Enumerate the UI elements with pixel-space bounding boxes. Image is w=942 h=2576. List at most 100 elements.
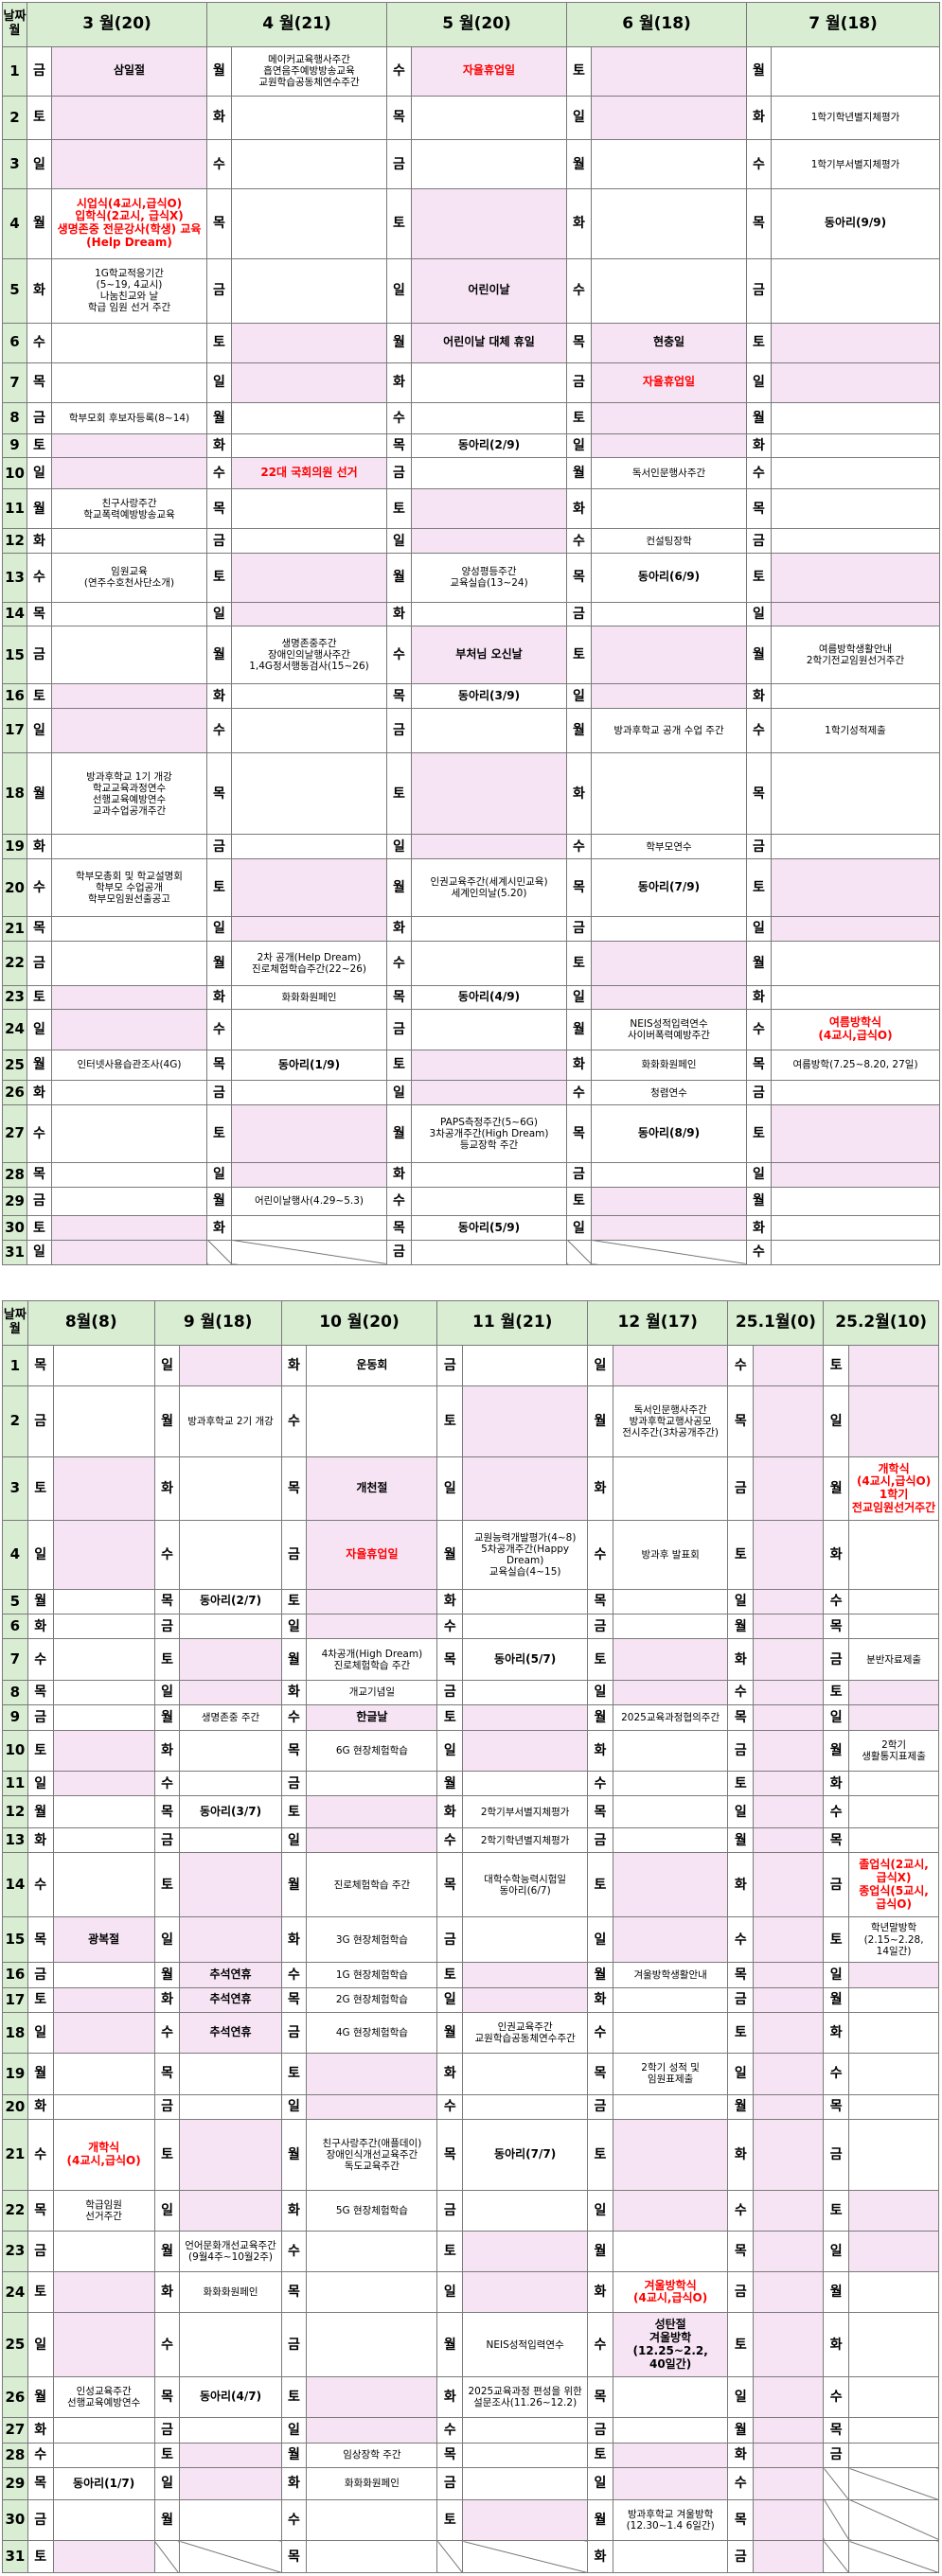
event-cell: 생명존중 주간 [179, 1704, 282, 1731]
weekday-cell: 일 [153, 1344, 181, 1387]
weekday-cell: 금 [153, 2417, 181, 2444]
weekday-cell: 토 [27, 432, 52, 459]
date-row: 2 토 화 목 일 화 1학기학년별지체평가 [2, 95, 940, 141]
weekday-cell: 금 [566, 1162, 592, 1188]
weekday-cell: 수 [587, 2012, 613, 2055]
event-cell [179, 1638, 282, 1681]
weekday-cell: 목 [587, 2375, 613, 2419]
weekday-cell: 월 [153, 2230, 181, 2273]
weekday-cell: 일 [587, 1344, 613, 1387]
weekday-cell: 일 [27, 457, 52, 490]
event-cell [462, 1344, 589, 1387]
event-cell [51, 1215, 207, 1241]
event-cell [753, 1456, 825, 1522]
weekday-cell: 수 [566, 528, 592, 555]
weekday-cell: 금 [436, 2189, 464, 2232]
empty-day-cell [566, 1239, 592, 1266]
weekday-cell: 토 [566, 940, 592, 986]
event-cell [231, 139, 387, 189]
event-cell: 동아리(3/7) [179, 1795, 282, 1829]
empty-day-cell [823, 2498, 850, 2542]
weekday-cell: 일 [153, 2467, 181, 2500]
event-cell: 컨설팅장학 [591, 528, 747, 555]
event-cell [771, 488, 940, 530]
event-cell [52, 1827, 155, 1854]
event-cell [848, 2271, 939, 2314]
weekday-cell: 토 [386, 1049, 412, 1082]
weekday-cell: 금 [153, 2093, 181, 2121]
weekday-cell: 수 [566, 257, 592, 324]
date-number: 12 [2, 1795, 28, 1829]
weekday-cell: 금 [436, 2467, 464, 2500]
weekday-cell: 화 [280, 1679, 308, 1706]
event-cell [848, 1344, 939, 1387]
event-cell: 여름방학생활안내 2학기전교임원선거주간 [771, 626, 940, 685]
event-cell [848, 2230, 939, 2273]
weekday-cell: 토 [386, 751, 412, 836]
weekday-cell: 금 [206, 257, 232, 324]
weekday-cell: 토 [386, 488, 412, 530]
event-cell [179, 1344, 282, 1387]
event-cell [753, 2467, 825, 2500]
event-cell: 1G학교적응기간 (5~19, 4교시) 나눔친교와 날 학급 임원 선거 주간 [51, 257, 207, 324]
weekday-cell: 월 [727, 2417, 755, 2444]
event-cell [52, 1456, 155, 1522]
weekday-cell: 화 [746, 1215, 772, 1241]
event-cell: 동아리(5/7) [462, 1638, 589, 1681]
weekday-cell: 수 [386, 626, 412, 685]
event-cell: 2학기부서별지체평가 [462, 1795, 589, 1829]
date-row: 20 화 금 일 수 금 월 목 [2, 2093, 939, 2121]
event-cell [612, 2119, 729, 2191]
empty-day-cell [462, 2540, 589, 2573]
date-number: 16 [2, 1962, 28, 1988]
weekday-cell: 토 [746, 553, 772, 603]
weekday-cell: 토 [27, 1729, 54, 1772]
weekday-cell: 금 [436, 1344, 464, 1387]
event-cell: 동아리(4/9) [411, 984, 567, 1011]
weekday-cell: 목 [436, 2442, 464, 2469]
weekday-cell: 화 [27, 1613, 54, 1640]
event-cell [51, 601, 207, 627]
event-cell: 개학식 (4교시,급식O) [52, 2119, 155, 2191]
event-cell: 독서인문행사주간 [591, 457, 747, 490]
event-cell [612, 1679, 729, 1706]
event-cell: PAPS측정주간(5~6G) 3차공개주간(High Dream) 등교장학 주… [411, 1104, 567, 1163]
weekday-cell: 수 [206, 707, 232, 753]
event-cell [231, 488, 387, 530]
weekday-cell: 일 [436, 1986, 464, 2014]
weekday-cell: 화 [27, 1080, 52, 1106]
date-number: 20 [2, 858, 27, 918]
weekday-cell: 화 [436, 2053, 464, 2095]
date-number: 17 [2, 1986, 28, 2014]
weekday-cell: 일 [206, 601, 232, 627]
weekday-cell: 일 [206, 916, 232, 942]
weekday-cell: 월 [566, 139, 592, 189]
weekday-cell: 화 [587, 1986, 613, 2014]
event-cell: 동아리(7/7) [462, 2119, 589, 2191]
event-cell [411, 457, 567, 490]
weekday-cell: 수 [436, 1613, 464, 1640]
weekday-cell: 수 [27, 858, 52, 918]
weekday-cell: 일 [386, 1080, 412, 1106]
weekday-cell: 수 [27, 1104, 52, 1163]
event-cell [612, 1729, 729, 1772]
date-row: 7 목 일 화 금 자율휴업일 일 [2, 362, 940, 403]
weekday-cell: 목 [566, 322, 592, 363]
event-cell: 어린이날 대체 휴일 [411, 322, 567, 363]
event-cell [591, 984, 747, 1011]
date-number: 4 [2, 187, 27, 259]
date-month-corner: 날짜 월 [2, 2, 27, 47]
date-row: 25 월 인터넷사용습관조사(4G) 목 동아리(1/9) 토 화 화화화원페인 목 여름방학(7… [2, 1049, 940, 1082]
event-cell [179, 1916, 282, 1964]
date-number: 31 [2, 1239, 27, 1266]
weekday-cell: 월 [386, 553, 412, 603]
weekday-cell: 일 [153, 1679, 181, 1706]
event-cell [411, 488, 567, 530]
weekday-cell: 토 [206, 553, 232, 603]
event-cell [52, 2540, 155, 2573]
weekday-cell: 목 [386, 984, 412, 1011]
weekday-cell: 목 [727, 2230, 755, 2273]
weekday-cell: 수 [823, 1588, 850, 1614]
weekday-cell: 화 [727, 2442, 755, 2469]
event-cell [753, 1679, 825, 1706]
